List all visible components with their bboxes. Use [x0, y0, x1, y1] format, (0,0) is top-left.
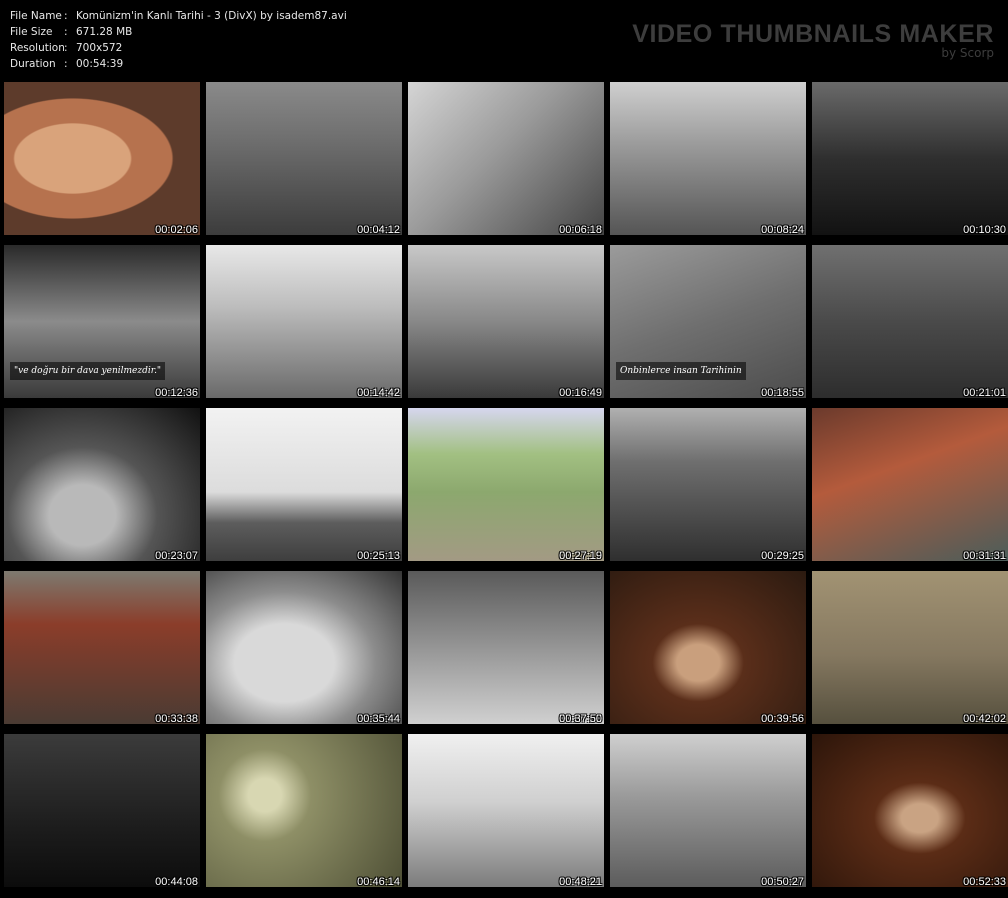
thumbnail[interactable]: 00:50:27 — [608, 731, 808, 891]
thumbnail[interactable]: 00:37:50 — [406, 568, 606, 728]
video-frame — [610, 82, 806, 235]
info-label: Duration — [10, 58, 56, 70]
info-separator: : — [64, 10, 68, 22]
thumbnail[interactable]: "ve doğru bir dava yenilmezdir." 00:12:36 — [2, 242, 202, 402]
video-frame — [408, 245, 604, 398]
video-frame — [206, 734, 402, 887]
timestamp: 00:39:56 — [761, 713, 804, 725]
video-frame — [408, 408, 604, 561]
video-frame — [4, 408, 200, 561]
info-separator: : — [64, 42, 68, 54]
video-frame — [610, 734, 806, 887]
info-value: Komünizm'in Kanlı Tarihi - 3 (DivX) by i… — [76, 10, 347, 22]
info-label: File Name — [10, 10, 62, 22]
timestamp: 00:44:08 — [155, 876, 198, 888]
timestamp: 00:18:55 — [761, 387, 804, 399]
video-frame — [408, 734, 604, 887]
thumbnail[interactable]: 00:33:38 — [2, 568, 202, 728]
video-frame — [812, 571, 1008, 724]
timestamp: 00:35:44 — [357, 713, 400, 725]
subtitle-caption: Onbinlerce insan Tarihinin — [616, 362, 746, 380]
brand-title: VIDEO THUMBNAILS MAKER — [632, 20, 994, 48]
timestamp: 00:31:31 — [963, 550, 1006, 562]
thumbnail[interactable]: 00:29:25 — [608, 405, 808, 565]
thumbnail[interactable]: 00:23:07 — [2, 405, 202, 565]
timestamp: 00:27:19 — [559, 550, 602, 562]
thumbnail[interactable]: 00:52:33 — [810, 731, 1008, 891]
timestamp: 00:04:12 — [357, 224, 400, 236]
video-frame — [4, 734, 200, 887]
info-value: 700x572 — [76, 42, 123, 54]
timestamp: 00:23:07 — [155, 550, 198, 562]
thumbnail[interactable]: 00:42:02 — [810, 568, 1008, 728]
timestamp: 00:37:50 — [559, 713, 602, 725]
thumbnail[interactable]: 00:46:14 — [204, 731, 404, 891]
info-value: 00:54:39 — [76, 58, 124, 70]
timestamp: 00:14:42 — [357, 387, 400, 399]
thumbnail[interactable]: 00:08:24 — [608, 79, 808, 239]
video-frame — [206, 82, 402, 235]
video-frame — [4, 571, 200, 724]
thumbnail[interactable]: 00:04:12 — [204, 79, 404, 239]
thumbnail[interactable]: 00:06:18 — [406, 79, 606, 239]
timestamp: 00:48:21 — [559, 876, 602, 888]
thumbnail[interactable]: 00:35:44 — [204, 568, 404, 728]
video-frame — [408, 571, 604, 724]
thumbnail[interactable]: 00:25:13 — [204, 405, 404, 565]
video-frame — [812, 82, 1008, 235]
thumbnail[interactable]: 00:16:49 — [406, 242, 606, 402]
video-frame — [812, 408, 1008, 561]
thumbnail[interactable]: 00:31:31 — [810, 405, 1008, 565]
timestamp: 00:42:02 — [963, 713, 1006, 725]
thumbnail[interactable]: 00:44:08 — [2, 731, 202, 891]
timestamp: 00:50:27 — [761, 876, 804, 888]
video-frame — [206, 571, 402, 724]
video-frame — [206, 245, 402, 398]
timestamp: 00:46:14 — [357, 876, 400, 888]
thumbnail[interactable]: 00:10:30 — [810, 79, 1008, 239]
thumbnail[interactable]: 00:02:06 — [2, 79, 202, 239]
timestamp: 00:10:30 — [963, 224, 1006, 236]
video-frame — [610, 408, 806, 561]
thumbnail[interactable]: 00:27:19 — [406, 405, 606, 565]
video-frame — [408, 82, 604, 235]
info-label: Resolution — [10, 42, 65, 54]
timestamp: 00:06:18 — [559, 224, 602, 236]
timestamp: 00:25:13 — [357, 550, 400, 562]
video-frame — [812, 245, 1008, 398]
timestamp: 00:21:01 — [963, 387, 1006, 399]
timestamp: 00:29:25 — [761, 550, 804, 562]
video-frame — [812, 734, 1008, 887]
thumbnail-grid: 00:02:06 00:04:12 00:06:18 00:08:24 00:1… — [0, 79, 1008, 891]
thumbnail[interactable]: 00:21:01 — [810, 242, 1008, 402]
timestamp: 00:08:24 — [761, 224, 804, 236]
timestamp: 00:02:06 — [155, 224, 198, 236]
thumbnail[interactable]: 00:48:21 — [406, 731, 606, 891]
video-frame — [4, 82, 200, 235]
thumbnail[interactable]: 00:14:42 — [204, 242, 404, 402]
info-separator: : — [64, 26, 68, 38]
timestamp: 00:52:33 — [963, 876, 1006, 888]
timestamp: 00:12:36 — [155, 387, 198, 399]
subtitle-caption: "ve doğru bir dava yenilmezdir." — [10, 362, 166, 380]
timestamp: 00:33:38 — [155, 713, 198, 725]
info-value: 671.28 MB — [76, 26, 133, 38]
timestamp: 00:16:49 — [559, 387, 602, 399]
thumbnail[interactable]: Onbinlerce insan Tarihinin 00:18:55 — [608, 242, 808, 402]
info-label: File Size — [10, 26, 53, 38]
video-frame — [610, 571, 806, 724]
brand-watermark: VIDEO THUMBNAILS MAKER by Scorp — [632, 19, 994, 60]
info-header: File Name : Komünizm'in Kanlı Tarihi - 3… — [0, 0, 1008, 78]
info-separator: : — [64, 58, 68, 70]
video-frame — [206, 408, 402, 561]
thumbnail[interactable]: 00:39:56 — [608, 568, 808, 728]
